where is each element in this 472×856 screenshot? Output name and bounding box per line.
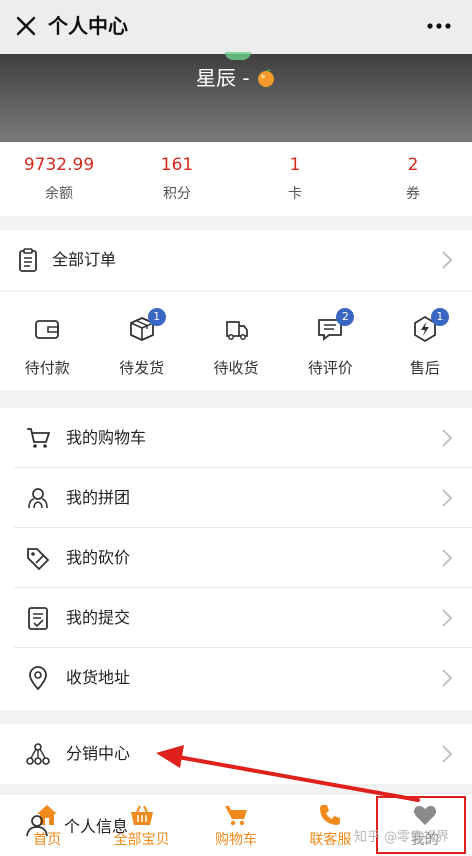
stat-balance[interactable]: 9732.99 余额 xyxy=(0,142,118,216)
chevron-right-icon xyxy=(442,489,453,507)
chevron-right-icon xyxy=(442,549,453,567)
account-stats: 9732.99 余额 161 积分 1 卡 2 券 xyxy=(0,142,472,216)
tab-customer-service[interactable]: 联客服 xyxy=(283,794,377,856)
cart-icon xyxy=(27,428,51,448)
order-tab-label: 待评价 xyxy=(307,359,353,377)
order-tab-label: 售后 xyxy=(409,359,440,377)
profile-name-row: 星辰 - xyxy=(0,64,472,92)
order-tab-pending-review[interactable]: 2 待评价 xyxy=(283,292,377,390)
all-orders-card: 全部订单 xyxy=(0,230,472,290)
wallet-icon xyxy=(35,320,60,339)
order-tab-pending-receipt[interactable]: 待收货 xyxy=(189,292,283,390)
menu-item-label: 分销中心 xyxy=(66,744,131,763)
tab-label: 购物车 xyxy=(215,832,258,848)
top-bar: 个人中心 xyxy=(0,0,472,54)
menu-item-address[interactable]: 收货地址 xyxy=(0,648,472,708)
stat-label: 余额 xyxy=(45,186,73,202)
chevron-right-icon xyxy=(442,745,453,763)
profile-name: 星辰 - xyxy=(196,66,250,90)
menu-item-label: 我的砍价 xyxy=(66,548,131,567)
chevron-right-icon xyxy=(442,669,453,687)
stat-value: 2 xyxy=(407,155,419,175)
all-orders-label: 全部订单 xyxy=(52,250,117,269)
menu-item-label: 个人信息 xyxy=(64,817,129,836)
tab-cart[interactable]: 购物车 xyxy=(189,794,283,856)
profile-banner: 星辰 - xyxy=(0,52,472,142)
user-icon xyxy=(26,815,48,837)
menu-item-bargain[interactable]: 我的砍价 xyxy=(0,528,472,588)
submission-icon xyxy=(28,607,48,630)
watermark: 知乎 @零售视界 xyxy=(354,830,450,845)
distribution-card: 分销中心 xyxy=(0,724,472,784)
stat-cards[interactable]: 1 卡 xyxy=(236,142,354,216)
stat-label: 卡 xyxy=(288,186,302,202)
order-tab-label: 待发货 xyxy=(119,359,165,377)
more-icon[interactable] xyxy=(424,12,454,40)
close-icon[interactable] xyxy=(12,12,40,40)
menu-item-group-buy[interactable]: 我的拼团 xyxy=(0,468,472,528)
location-icon xyxy=(29,666,47,691)
badge-count: 1 xyxy=(147,308,166,326)
menu-item-label: 收货地址 xyxy=(66,668,131,687)
page-title: 个人中心 xyxy=(48,14,128,38)
avatar[interactable] xyxy=(225,52,251,60)
stat-value: 9732.99 xyxy=(23,155,95,175)
menu-item-label: 我的购物车 xyxy=(66,428,147,447)
chevron-right-icon xyxy=(442,609,453,627)
order-status-tabs: 待付款 1 待发货 待收货 2 待评价 1 售后 xyxy=(0,292,472,390)
orange-emoji-icon xyxy=(257,69,274,87)
menu-item-personal-info[interactable]: 个人信息 xyxy=(24,812,128,838)
clipboard-icon xyxy=(19,248,37,272)
annotation-highlight-box xyxy=(376,796,466,854)
stat-value: 1 xyxy=(289,155,301,175)
menu-item-submissions[interactable]: 我的提交 xyxy=(0,588,472,648)
stat-label: 券 xyxy=(406,186,420,202)
all-orders-row[interactable]: 全部订单 xyxy=(0,230,472,290)
stat-coupons[interactable]: 2 券 xyxy=(354,142,472,216)
cart-icon xyxy=(225,806,248,826)
badge-count: 2 xyxy=(336,308,355,326)
menu-item-distribution[interactable]: 分销中心 xyxy=(0,724,472,784)
truck-icon xyxy=(226,321,248,340)
stat-label: 积分 xyxy=(163,186,191,202)
chevron-right-icon xyxy=(442,429,453,447)
bargain-tag-icon xyxy=(27,548,50,571)
badge-count: 1 xyxy=(430,308,449,326)
basket-icon xyxy=(130,805,153,825)
order-tab-pending-payment[interactable]: 待付款 xyxy=(0,292,94,390)
stat-points[interactable]: 161 积分 xyxy=(118,142,236,216)
stat-value: 161 xyxy=(160,155,194,175)
menu-item-label: 我的拼团 xyxy=(66,488,131,507)
menu-list: 我的购物车 我的拼团 我的砍价 我的提交 收货地址 xyxy=(0,408,472,710)
phone-icon xyxy=(320,805,341,825)
group-icon xyxy=(28,488,48,509)
order-tab-after-sales[interactable]: 1 售后 xyxy=(378,292,472,390)
order-tab-label: 待收货 xyxy=(213,359,259,377)
order-tab-pending-shipment[interactable]: 1 待发货 xyxy=(94,292,188,390)
network-icon xyxy=(26,743,50,765)
chevron-right-icon xyxy=(442,251,453,269)
order-tab-label: 待付款 xyxy=(24,359,70,377)
menu-item-label: 我的提交 xyxy=(66,608,131,627)
menu-item-cart[interactable]: 我的购物车 xyxy=(0,408,472,468)
